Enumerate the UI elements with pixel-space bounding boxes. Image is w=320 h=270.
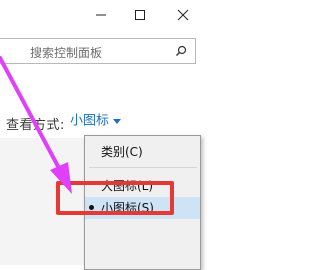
window-title-bar <box>0 0 201 30</box>
annotation-highlight-box <box>56 181 174 215</box>
search-placeholder: 搜索控制面板 <box>30 46 103 60</box>
maximize-button[interactable] <box>117 0 163 30</box>
menu-divider <box>89 167 197 168</box>
close-button[interactable] <box>160 0 206 30</box>
maximize-icon <box>134 9 146 21</box>
search-input[interactable]: 搜索控制面板 <box>0 38 196 64</box>
menu-item-label: 类别(C) <box>101 145 143 159</box>
view-mode-label: 查看方式: <box>6 118 65 133</box>
close-icon <box>177 9 189 21</box>
view-mode-dropdown[interactable]: 小图标 <box>66 110 125 132</box>
caret-down-icon <box>113 110 122 132</box>
menu-item-category[interactable]: 类别(C) <box>85 141 200 163</box>
search-icon[interactable] <box>175 45 187 60</box>
view-mode-value: 小图标 <box>70 113 110 129</box>
minimize-icon <box>95 9 107 21</box>
